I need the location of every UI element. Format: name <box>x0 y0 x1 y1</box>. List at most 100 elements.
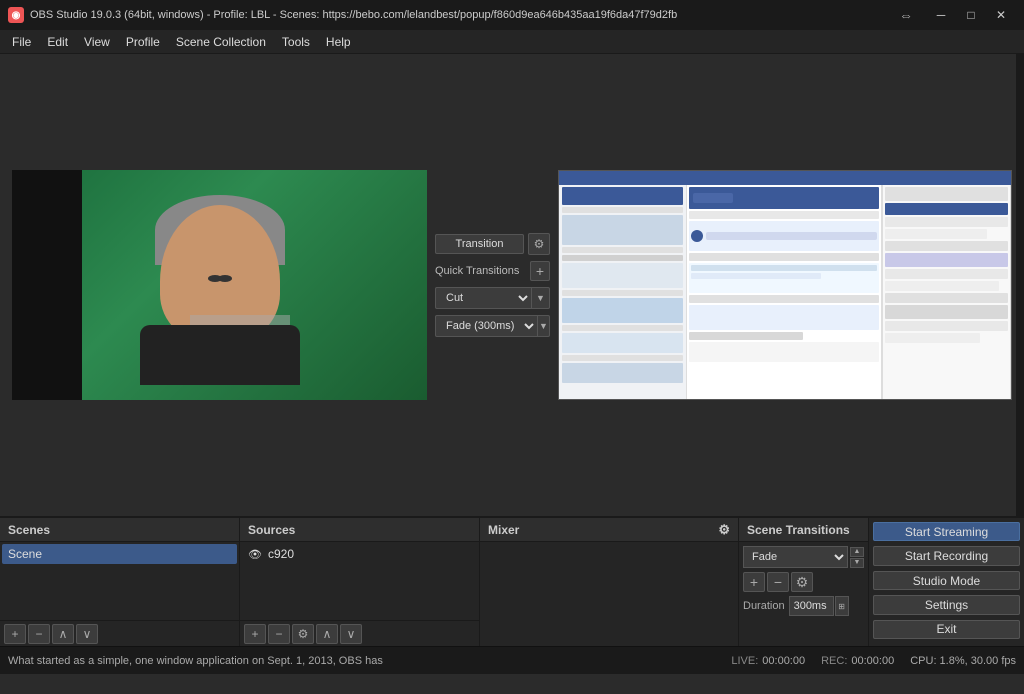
menu-view[interactable]: View <box>76 30 118 54</box>
fade-dropdown[interactable]: Fade (300ms) <box>435 315 538 337</box>
fade-select-row: Fade ▲ ▼ <box>743 546 864 568</box>
duration-label: Duration <box>743 600 785 612</box>
fb-content <box>559 185 1011 399</box>
maximize-button[interactable]: □ <box>956 0 986 30</box>
sources-toolbar: + − ⚙ ∧ ∨ <box>240 620 479 646</box>
transition-panel: Transition ⚙ Quick Transitions + Cut ▼ F… <box>435 233 550 337</box>
mixer-content <box>480 542 738 646</box>
rec-time: 00:00:00 <box>851 655 894 667</box>
start-streaming-button[interactable]: Start Streaming <box>873 522 1020 541</box>
scene-transitions-header: Scene Transitions <box>739 518 868 542</box>
menu-scene-collection[interactable]: Scene Collection <box>168 30 274 54</box>
duration-field: ⊞ <box>789 596 849 616</box>
live-status: LIVE: 00:00:00 <box>731 655 805 667</box>
sources-header: Sources <box>240 518 479 542</box>
minimize-button[interactable]: ─ <box>926 0 956 30</box>
fade-dropdown-arrow[interactable]: ▼ <box>538 315 550 337</box>
scenes-title: Scenes <box>8 523 50 537</box>
remove-scene-button[interactable]: − <box>28 624 50 644</box>
right-scrollbar[interactable] <box>1016 54 1024 516</box>
rec-label: REC: <box>821 655 847 667</box>
live-time: 00:00:00 <box>762 655 805 667</box>
studio-mode-button[interactable]: Studio Mode <box>873 571 1020 590</box>
move-source-up-button[interactable]: ∧ <box>316 624 338 644</box>
window-title: OBS Studio 19.0.3 (64bit, windows) - Pro… <box>30 9 890 21</box>
face-shirt <box>140 325 300 385</box>
source-settings-button[interactable]: ⚙ <box>292 624 314 644</box>
statusbar: What started as a simple, one window app… <box>0 646 1024 674</box>
menu-file[interactable]: File <box>4 30 39 54</box>
menu-help[interactable]: Help <box>318 30 359 54</box>
scene-label: Scene <box>8 547 42 561</box>
mixer-header: Mixer ⚙ <box>480 518 738 542</box>
eye-icon: 👁 <box>248 548 262 561</box>
cut-dropdown[interactable]: Cut <box>435 287 532 309</box>
add-source-button[interactable]: + <box>244 624 266 644</box>
add-scene-button[interactable]: + <box>4 624 26 644</box>
transition-settings-button[interactable]: ⚙ <box>528 233 550 255</box>
transition-button[interactable]: Transition <box>435 234 524 254</box>
scene1-preview <box>12 170 427 400</box>
webcam-feed <box>12 170 427 400</box>
transition-spin-down[interactable]: ▼ <box>850 558 864 568</box>
remove-source-button[interactable]: − <box>268 624 290 644</box>
scenes-header: Scenes <box>0 518 239 542</box>
start-recording-button[interactable]: Start Recording <box>873 546 1020 565</box>
remove-transition-bottom-button[interactable]: − <box>767 572 789 592</box>
transition-spin-up[interactable]: ▲ <box>850 547 864 557</box>
transition-bottom-gear[interactable]: ⚙ <box>791 572 813 592</box>
transitions-content: Fade ▲ ▼ + − ⚙ Duration ⊞ <box>739 542 868 620</box>
rec-status: REC: 00:00:00 <box>821 655 894 667</box>
mixer-panel: Mixer ⚙ <box>480 518 739 646</box>
face-shape <box>140 185 300 385</box>
sources-content: 👁 c920 <box>240 542 479 620</box>
move-scene-down-button[interactable]: ∨ <box>76 624 98 644</box>
scenes-content: Scene <box>0 542 239 620</box>
transition-spinner: ▲ ▼ <box>850 547 864 568</box>
menu-profile[interactable]: Profile <box>118 30 168 54</box>
source-label: c920 <box>268 547 294 561</box>
app-icon: ◉ <box>8 7 24 23</box>
scenes-panel: Scenes Scene + − ∧ ∨ <box>0 518 240 646</box>
add-remove-trans-row: + − ⚙ <box>743 572 864 592</box>
duration-input[interactable] <box>789 596 834 616</box>
gear-icon: ⚙ <box>534 237 545 251</box>
settings-button[interactable]: Settings <box>873 595 1020 614</box>
main-preview-area: Transition ⚙ Quick Transitions + Cut ▼ F… <box>0 54 1024 516</box>
titlebar: ◉ OBS Studio 19.0.3 (64bit, windows) - P… <box>0 0 1024 30</box>
resize-icon: ⇔ <box>896 5 916 25</box>
add-transition-button[interactable]: + <box>530 261 550 281</box>
statusbar-text: What started as a simple, one window app… <box>8 655 715 667</box>
scene-transitions-title: Scene Transitions <box>747 523 850 537</box>
close-button[interactable]: ✕ <box>986 0 1016 30</box>
scene2-preview <box>558 170 1012 400</box>
source-item-1[interactable]: 👁 c920 <box>242 544 477 564</box>
facebook-feed <box>559 171 1011 399</box>
transition-top-row: Transition ⚙ <box>435 233 550 255</box>
titlebar-controls: ─ □ ✕ <box>926 0 1016 30</box>
menu-tools[interactable]: Tools <box>274 30 318 54</box>
cpu-status: CPU: 1.8%, 30.00 fps <box>910 655 1016 667</box>
menu-edit[interactable]: Edit <box>39 30 76 54</box>
mixer-settings-icon[interactable]: ⚙ <box>718 522 730 538</box>
cpu-label: CPU: 1.8%, 30.00 fps <box>910 655 1016 667</box>
move-source-down-button[interactable]: ∨ <box>340 624 362 644</box>
face-oval <box>160 205 280 345</box>
sources-title: Sources <box>248 523 295 537</box>
fb-col-middle <box>687 185 882 399</box>
mixer-title: Mixer <box>488 523 519 537</box>
cut-dropdown-row: Cut ▼ <box>435 287 550 309</box>
cut-dropdown-arrow[interactable]: ▼ <box>532 287 550 309</box>
exit-button[interactable]: Exit <box>873 620 1020 639</box>
face-eye-right <box>218 275 232 282</box>
fade-transition-dropdown[interactable]: Fade <box>743 546 848 568</box>
move-scene-up-button[interactable]: ∧ <box>52 624 74 644</box>
sources-panel: Sources 👁 c920 + − ⚙ ∧ ∨ <box>240 518 480 646</box>
add-transition-bottom-button[interactable]: + <box>743 572 765 592</box>
live-label: LIVE: <box>731 655 758 667</box>
duration-spinner[interactable]: ⊞ <box>835 596 849 616</box>
scene-transitions-panel: Scene Transitions Fade ▲ ▼ + − ⚙ Duratio… <box>739 518 869 646</box>
fb-col-left <box>559 185 687 399</box>
scene-item-1[interactable]: Scene <box>2 544 237 564</box>
quick-transitions-row: Quick Transitions + <box>435 261 550 281</box>
